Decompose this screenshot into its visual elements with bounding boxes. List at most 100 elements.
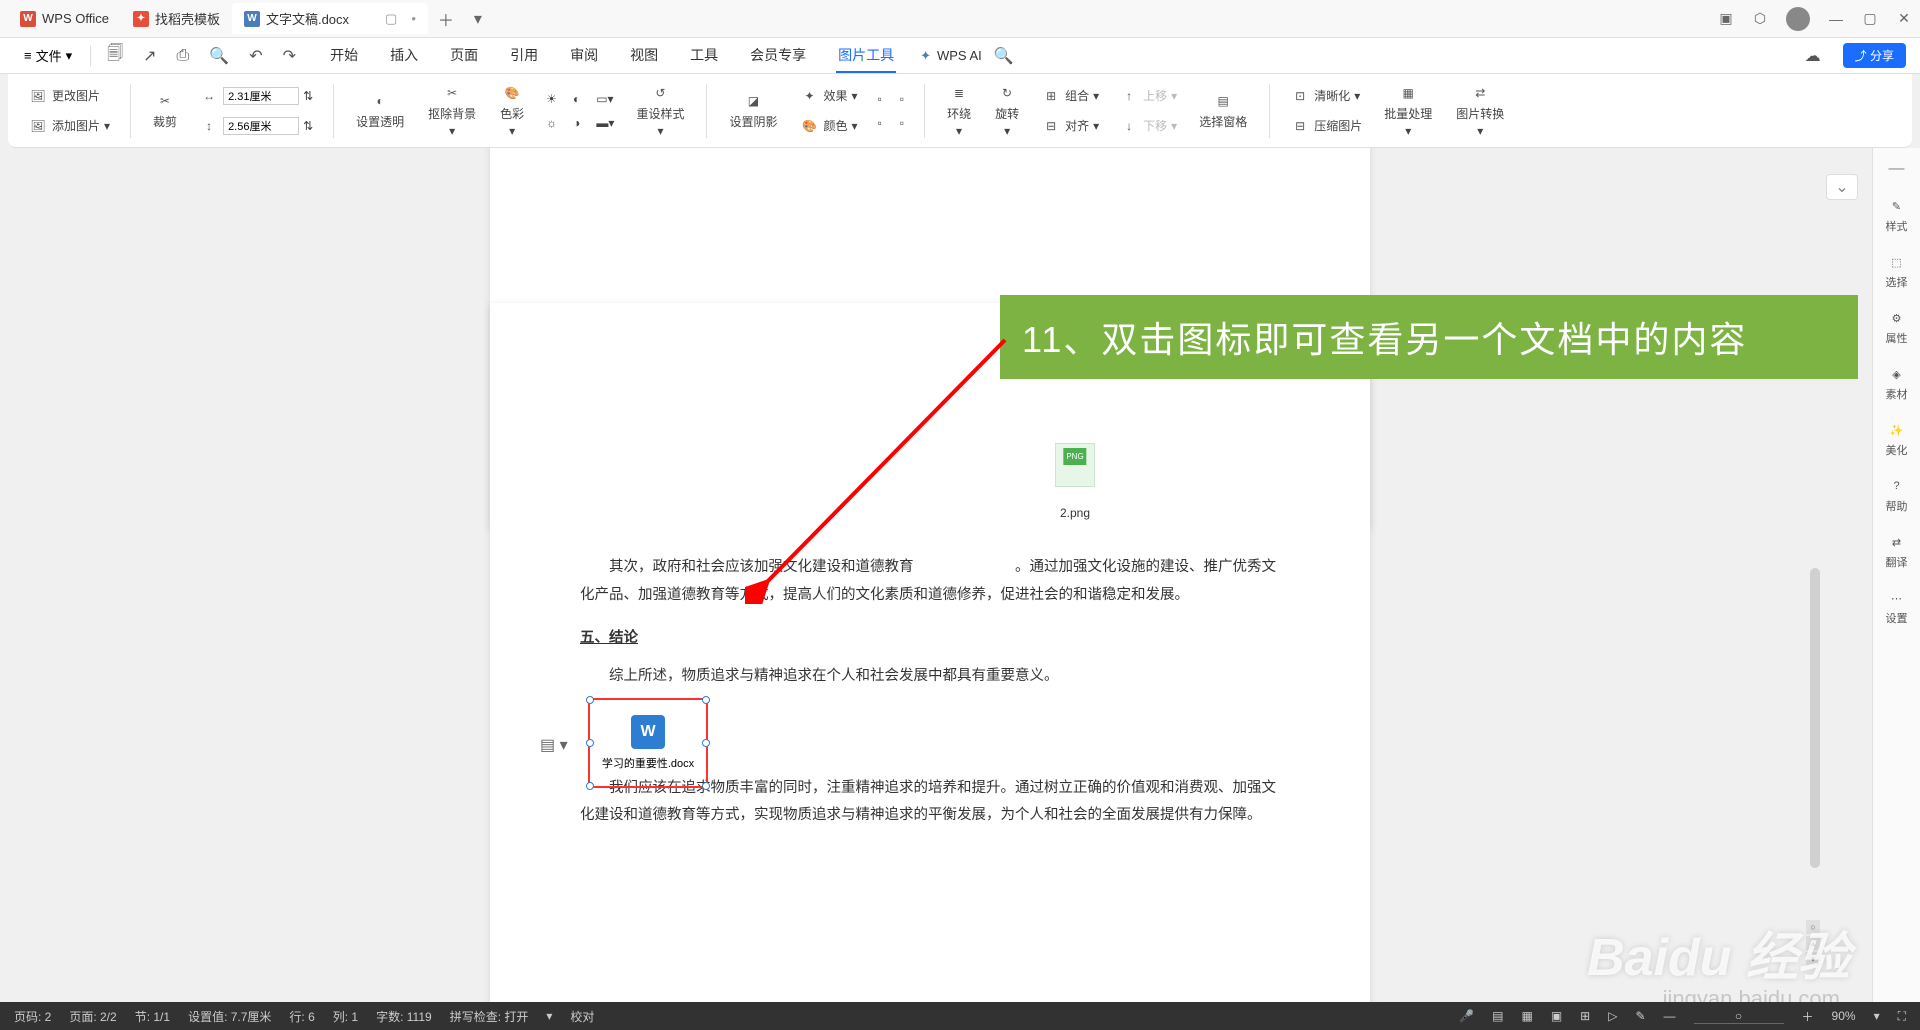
vertical-scrollbar[interactable] (1810, 568, 1820, 868)
crop-button[interactable]: ✂裁剪 (145, 87, 185, 134)
status-col[interactable]: 列: 1 (333, 1008, 358, 1025)
transparent-button[interactable]: ◐设置透明 (348, 87, 412, 134)
zoom-in-button[interactable]: ＋ (1802, 1008, 1814, 1025)
contrast-down-icon[interactable]: ◑ (567, 113, 586, 133)
status-view4-icon[interactable]: ⊞ (1580, 1009, 1590, 1023)
status-row[interactable]: 行: 6 (289, 1008, 314, 1025)
fill-color-button[interactable]: 🎨颜色 ▾ (793, 113, 863, 139)
zoom-slider[interactable]: ○ (1694, 1009, 1784, 1024)
minimize-sidebar-icon[interactable]: — (1889, 160, 1905, 178)
tab-templates[interactable]: ✦找稻壳模板 (121, 3, 232, 34)
width-input[interactable]: ↔⇅ (193, 83, 319, 109)
undo-icon[interactable]: ↶ (241, 42, 270, 70)
status-page[interactable]: 页面: 2/2 (69, 1008, 116, 1025)
select-pane-button[interactable]: ▤选择窗格 (1191, 87, 1255, 134)
sidebar-help[interactable]: ?帮助 (1886, 476, 1908, 514)
sidebar-beautify[interactable]: ✨美化 (1886, 420, 1908, 458)
status-view1-icon[interactable]: ▤ (1492, 1009, 1503, 1023)
print-icon[interactable]: ⎙ (169, 43, 198, 69)
sidebar-props[interactable]: ⚙属性 (1886, 308, 1908, 346)
status-proof[interactable]: 校对 (570, 1008, 594, 1025)
document-canvas[interactable]: 2.png 其次，政府和社会应该加强文化建设和道德教育 。通过加强文化设施的建设… (0, 148, 1872, 1002)
status-words[interactable]: 字数: 1119 (376, 1008, 432, 1025)
status-view3-icon[interactable]: ▣ (1551, 1009, 1562, 1023)
status-note-icon[interactable]: ✎ (1635, 1009, 1645, 1023)
add-picture-button[interactable]: 🖼添加图片 ▾ (22, 113, 116, 139)
wrap-button[interactable]: ≣环绕 ▾ (939, 79, 979, 142)
tab-vip[interactable]: 会员专享 (748, 39, 808, 73)
preview-icon[interactable]: 🔍 (201, 42, 237, 70)
embedded-docx-object[interactable]: W 学习的重要性.docx (588, 698, 708, 788)
color-button[interactable]: 🎨色彩 ▾ (492, 79, 532, 142)
shadow-down-icon[interactable]: ▫ (894, 113, 910, 133)
tab-wps-office[interactable]: WWPS Office (8, 5, 121, 33)
user-avatar[interactable] (1786, 7, 1810, 31)
tab-insert[interactable]: 插入 (388, 39, 420, 73)
tab-document[interactable]: W文字文稿.docx▢• (232, 3, 428, 34)
share-button[interactable]: ⤴ 分享 (1843, 43, 1906, 68)
fullscreen-icon[interactable]: ⛶ (1898, 1009, 1906, 1024)
minimize-button[interactable]: — (1828, 11, 1844, 27)
search-icon[interactable]: 🔍 (986, 42, 1022, 70)
embedded-png[interactable]: 2.png (1040, 443, 1110, 524)
tab-start[interactable]: 开始 (328, 39, 360, 73)
tab-reference[interactable]: 引用 (508, 39, 540, 73)
new-tab-button[interactable]: ＋ (428, 1, 464, 37)
batch-button[interactable]: ▦批量处理 ▾ (1376, 79, 1440, 142)
brightness-down-icon[interactable]: ☼ (540, 113, 563, 133)
doc-icon: W (244, 11, 260, 27)
shadow-button[interactable]: ◪设置阴影 (721, 87, 785, 134)
sidebar-select[interactable]: ⬚选择 (1886, 252, 1908, 290)
save-icon[interactable]: 🗐 (99, 38, 131, 73)
cloud-icon[interactable]: ☁ (1797, 42, 1829, 70)
wps-ai[interactable]: ✦WPS AI (920, 48, 982, 64)
status-view2-icon[interactable]: ▦ (1521, 1009, 1532, 1023)
close-button[interactable]: ✕ (1896, 11, 1912, 27)
fill-icon[interactable]: ▬▾ (590, 113, 620, 133)
tab-picture-tools[interactable]: 图片工具 (836, 39, 896, 73)
status-setval[interactable]: 设置值: 7.7厘米 (188, 1008, 271, 1025)
outline-icon[interactable]: ▭▾ (590, 89, 619, 109)
status-spell[interactable]: 拼写检查: 打开 (450, 1008, 529, 1025)
remove-bg-button[interactable]: ✂抠除背景 ▾ (420, 79, 484, 142)
status-play-icon[interactable]: ▷ (1608, 1009, 1617, 1023)
tab-view[interactable]: 视图 (628, 39, 660, 73)
tab-tools[interactable]: 工具 (688, 39, 720, 73)
maximize-button[interactable]: ▢ (1862, 11, 1878, 27)
redo-icon[interactable]: ↷ (275, 42, 304, 70)
contrast-icon[interactable]: ◐ (567, 89, 586, 109)
clarity-button[interactable]: ⊡清晰化 ▾ (1284, 83, 1368, 109)
brightness-icon[interactable]: ☀ (540, 89, 563, 109)
zoom-level[interactable]: 90% (1832, 1009, 1856, 1023)
cube-icon[interactable]: ⬡ (1752, 11, 1768, 27)
shadow-up-icon[interactable]: ▫ (872, 89, 888, 109)
effect-button[interactable]: ✦效果 ▾ (793, 83, 863, 109)
status-section[interactable]: 节: 1/1 (135, 1008, 170, 1025)
shadow-left-icon[interactable]: ▫ (872, 113, 888, 133)
group-button[interactable]: ⊞组合 ▾ (1035, 83, 1105, 109)
status-pageno[interactable]: 页码: 2 (14, 1008, 51, 1025)
zoom-out-button[interactable]: — (1664, 1009, 1676, 1023)
sidebar-settings[interactable]: ⋯设置 (1886, 588, 1908, 626)
compress-button[interactable]: ⊟压缩图片 (1284, 113, 1368, 139)
shadow-right-icon[interactable]: ▫ (894, 89, 910, 109)
move-down-button: ↓下移 ▾ (1113, 113, 1183, 139)
tab-dropdown[interactable]: ▾ (464, 3, 492, 35)
sidebar-translate[interactable]: ⇄翻译 (1886, 532, 1908, 570)
align-button[interactable]: ⊟对齐 ▾ (1035, 113, 1105, 139)
export-icon[interactable]: ↗ (135, 42, 164, 70)
file-menu[interactable]: ≡ 文件 ▾ (14, 42, 82, 69)
sidebar-style[interactable]: ✎样式 (1886, 196, 1908, 234)
collapse-panel-button[interactable]: ⌄ (1826, 174, 1858, 200)
change-picture-button[interactable]: 🖼更改图片 (22, 83, 116, 109)
copy-icon[interactable]: ▣ (1718, 11, 1734, 27)
tab-page[interactable]: 页面 (448, 39, 480, 73)
convert-button[interactable]: ⇄图片转换 ▾ (1448, 79, 1512, 142)
tab-review[interactable]: 审阅 (568, 39, 600, 73)
height-input[interactable]: ↕⇅ (193, 113, 319, 139)
rotate-button[interactable]: ↻旋转 ▾ (987, 79, 1027, 142)
layout-options-button[interactable]: ▤ ▾ (540, 735, 568, 755)
reset-style-button[interactable]: ↺重设样式 ▾ (628, 79, 692, 142)
sidebar-material[interactable]: ◈素材 (1886, 364, 1908, 402)
status-speech-icon[interactable]: 🎤 (1459, 1009, 1474, 1023)
